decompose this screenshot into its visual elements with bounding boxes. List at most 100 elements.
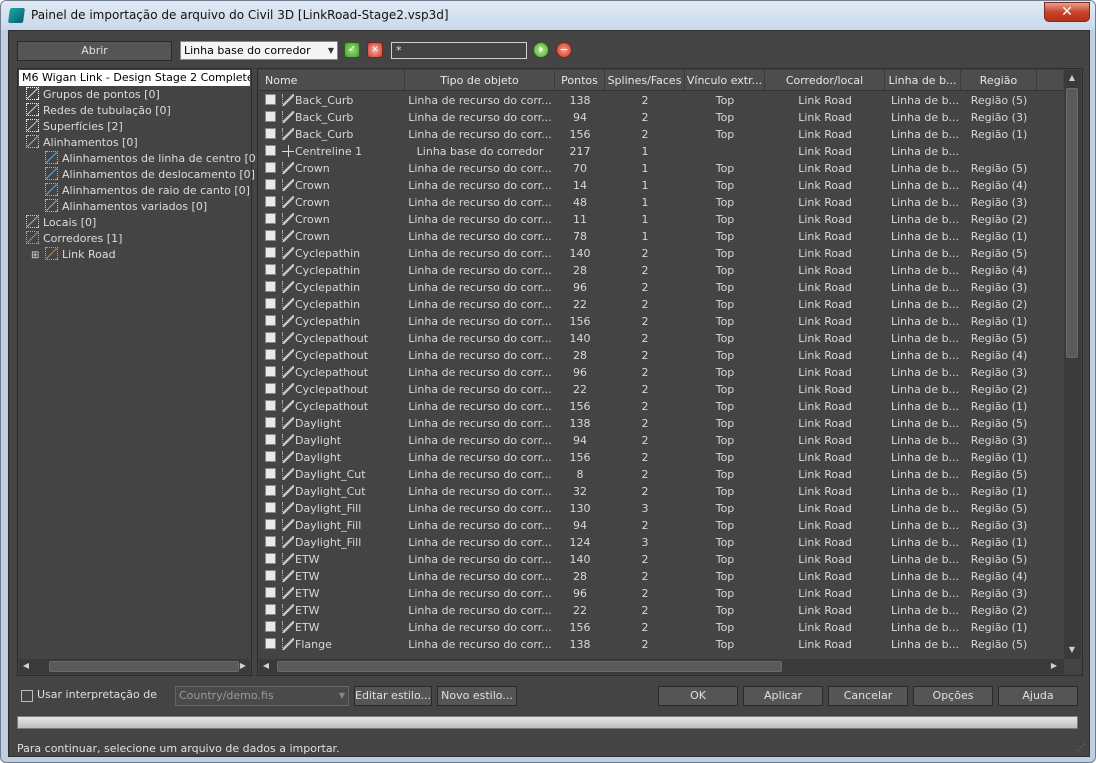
row-checkbox[interactable] <box>265 366 276 377</box>
table-row[interactable]: Crown Linha de recurso do corr... 78 1 Top Li… <box>259 228 1063 245</box>
options-button[interactable]: Opções <box>913 686 993 706</box>
row-checkbox[interactable] <box>265 162 276 173</box>
apply-filter-icon[interactable]: ⏵ <box>533 42 549 58</box>
table-row[interactable]: Crown Linha de recurso do corr... 14 1 Top Li… <box>259 177 1063 194</box>
grid-hscroll-thumb[interactable] <box>277 661 782 672</box>
table-row[interactable]: Daylight Linha de recurso do corr... 156 2 T… <box>259 449 1063 466</box>
tree-item[interactable]: Locais [0] <box>26 215 96 231</box>
name-filter-input[interactable]: * <box>391 42 527 59</box>
row-checkbox[interactable] <box>265 179 276 190</box>
tree-item[interactable]: Superfícies [2] <box>26 119 123 135</box>
tree-item[interactable]: ⊞ Link Road <box>31 247 116 263</box>
row-checkbox[interactable] <box>265 111 276 122</box>
row-checkbox[interactable] <box>265 502 276 513</box>
column-header-points[interactable]: Pontos <box>555 70 605 91</box>
row-checkbox[interactable] <box>265 434 276 445</box>
row-checkbox[interactable] <box>265 281 276 292</box>
table-row[interactable]: Cyclepathin Linha de recurso do corr... 96… <box>259 279 1063 296</box>
table-row[interactable]: Daylight Linha de recurso do corr... 94 2 To… <box>259 432 1063 449</box>
interpretation-file-select[interactable]: Country/demo.fis ▼ <box>175 686 349 706</box>
open-button[interactable]: Abrir <box>17 41 172 61</box>
table-row[interactable]: Daylight_Fill Linha de recurso do corr...… <box>259 500 1063 517</box>
table-row[interactable]: Crown Linha de recurso do corr... 48 1 Top Li… <box>259 194 1063 211</box>
table-row[interactable]: Cyclepathout Linha de recurso do corr... 1… <box>259 398 1063 415</box>
row-checkbox[interactable] <box>265 94 276 105</box>
table-row[interactable]: Daylight_Fill Linha de recurso do corr...… <box>259 534 1063 551</box>
row-checkbox[interactable] <box>265 468 276 479</box>
scroll-up-icon[interactable]: ▲ <box>1067 73 1077 82</box>
table-row[interactable]: Crown Linha de recurso do corr... 70 1 Top Li… <box>259 160 1063 177</box>
tree-root-file[interactable]: M6 Wigan Link - Design Stage 2 Complete.… <box>19 70 250 86</box>
column-header-object-type[interactable]: Tipo de objeto <box>405 70 555 91</box>
close-button[interactable]: ✕ <box>1044 2 1090 22</box>
ok-button[interactable]: OK <box>658 686 738 706</box>
row-checkbox[interactable] <box>265 536 276 547</box>
row-checkbox[interactable] <box>265 417 276 428</box>
scroll-down-icon[interactable]: ▼ <box>1067 645 1077 654</box>
table-row[interactable]: ETW Linha de recurso do corr... 28 2 Top Link… <box>259 568 1063 585</box>
table-row[interactable]: Crown Linha de recurso do corr... 11 1 Top Li… <box>259 211 1063 228</box>
row-checkbox[interactable] <box>265 298 276 309</box>
table-row[interactable]: Daylight Linha de recurso do corr... 138 2 T… <box>259 415 1063 432</box>
resize-grip-icon[interactable]: ⋰ <box>1077 743 1086 753</box>
table-row[interactable]: ETW Linha de recurso do corr... 96 2 Top Link… <box>259 585 1063 602</box>
row-checkbox[interactable] <box>265 621 276 632</box>
row-checkbox[interactable] <box>265 400 276 411</box>
tree-item[interactable]: Alinhamentos de linha de centro [0] <box>45 151 260 167</box>
help-button[interactable]: Ajuda <box>998 686 1078 706</box>
row-checkbox[interactable] <box>265 485 276 496</box>
column-header-name[interactable]: Nome <box>259 70 405 91</box>
select-all-icon[interactable]: ✓ <box>344 42 360 58</box>
row-checkbox[interactable] <box>265 587 276 598</box>
use-interpretation-checkbox[interactable] <box>21 690 33 702</box>
row-checkbox[interactable] <box>265 570 276 581</box>
row-checkbox[interactable] <box>265 264 276 275</box>
row-checkbox[interactable] <box>265 553 276 564</box>
scroll-right-icon[interactable]: ▶ <box>1049 661 1059 670</box>
row-checkbox[interactable] <box>265 230 276 241</box>
column-header-splines-faces[interactable]: Splines/Faces <box>605 70 685 91</box>
table-row[interactable]: Cyclepathin Linha de recurso do corr... 15… <box>259 313 1063 330</box>
title-bar[interactable]: Painel de importação de arquivo do Civil… <box>1 1 1095 30</box>
table-row[interactable]: Cyclepathout Linha de recurso do corr... 1… <box>259 330 1063 347</box>
row-checkbox[interactable] <box>265 349 276 360</box>
tree-item[interactable]: Alinhamentos variados [0] <box>45 199 207 215</box>
scroll-left-icon[interactable]: ◀ <box>261 661 271 670</box>
tree-scroll-thumb[interactable] <box>49 661 239 672</box>
tree-item[interactable]: Grupos de pontos [0] <box>26 87 160 103</box>
object-filter-select[interactable]: Linha base do corredor ▼ <box>180 41 338 60</box>
row-checkbox[interactable] <box>265 128 276 139</box>
table-row[interactable]: Cyclepathin Linha de recurso do corr... 14… <box>259 245 1063 262</box>
table-row[interactable]: Back_Curb Linha de recurso do corr... 138 2… <box>259 92 1063 109</box>
table-row[interactable]: Back_Curb Linha de recurso do corr... 156 2… <box>259 126 1063 143</box>
tree-item[interactable]: Alinhamentos de raio de canto [0] <box>45 183 250 199</box>
grid-horizontal-scrollbar[interactable]: ◀ ▶ <box>259 659 1064 674</box>
table-row[interactable]: Daylight_Cut Linha de recurso do corr... 8… <box>259 466 1063 483</box>
cancel-button[interactable]: Cancelar <box>828 686 908 706</box>
table-row[interactable]: ETW Linha de recurso do corr... 140 2 Top Lin… <box>259 551 1063 568</box>
table-row[interactable]: Daylight_Cut Linha de recurso do corr... 3… <box>259 483 1063 500</box>
scroll-right-icon[interactable]: ▶ <box>238 661 248 670</box>
table-row[interactable]: Daylight_Fill Linha de recurso do corr...… <box>259 517 1063 534</box>
row-checkbox[interactable] <box>265 145 276 156</box>
row-checkbox[interactable] <box>265 196 276 207</box>
table-row[interactable]: Cyclepathout Linha de recurso do corr... 2… <box>259 347 1063 364</box>
row-checkbox[interactable] <box>265 315 276 326</box>
edit-style-button[interactable]: Editar estilo... <box>354 686 432 706</box>
table-row[interactable]: Centreline 1 Linha base do corredor 217 1 Li… <box>259 143 1063 160</box>
grid-vscroll-thumb[interactable] <box>1066 88 1078 358</box>
tree-item[interactable]: Alinhamentos [0] <box>26 135 138 151</box>
clear-filter-icon[interactable]: − <box>556 42 572 58</box>
row-checkbox[interactable] <box>265 519 276 530</box>
row-checkbox[interactable] <box>265 451 276 462</box>
tree-item[interactable]: Alinhamentos de deslocamento [0] <box>45 167 255 183</box>
row-checkbox[interactable] <box>265 213 276 224</box>
table-row[interactable]: Cyclepathin Linha de recurso do corr... 22… <box>259 296 1063 313</box>
table-row[interactable]: Back_Curb Linha de recurso do corr... 94 2 T… <box>259 109 1063 126</box>
column-header-corridor-site[interactable]: Corredor/local <box>765 70 885 91</box>
tree-item[interactable]: Redes de tubulação [0] <box>26 103 171 119</box>
column-header-baseline[interactable]: Linha de b... <box>885 70 961 91</box>
scroll-left-icon[interactable]: ◀ <box>21 661 31 670</box>
grid-vertical-scrollbar[interactable]: ▲ ▼ <box>1064 70 1081 659</box>
row-checkbox[interactable] <box>265 604 276 615</box>
